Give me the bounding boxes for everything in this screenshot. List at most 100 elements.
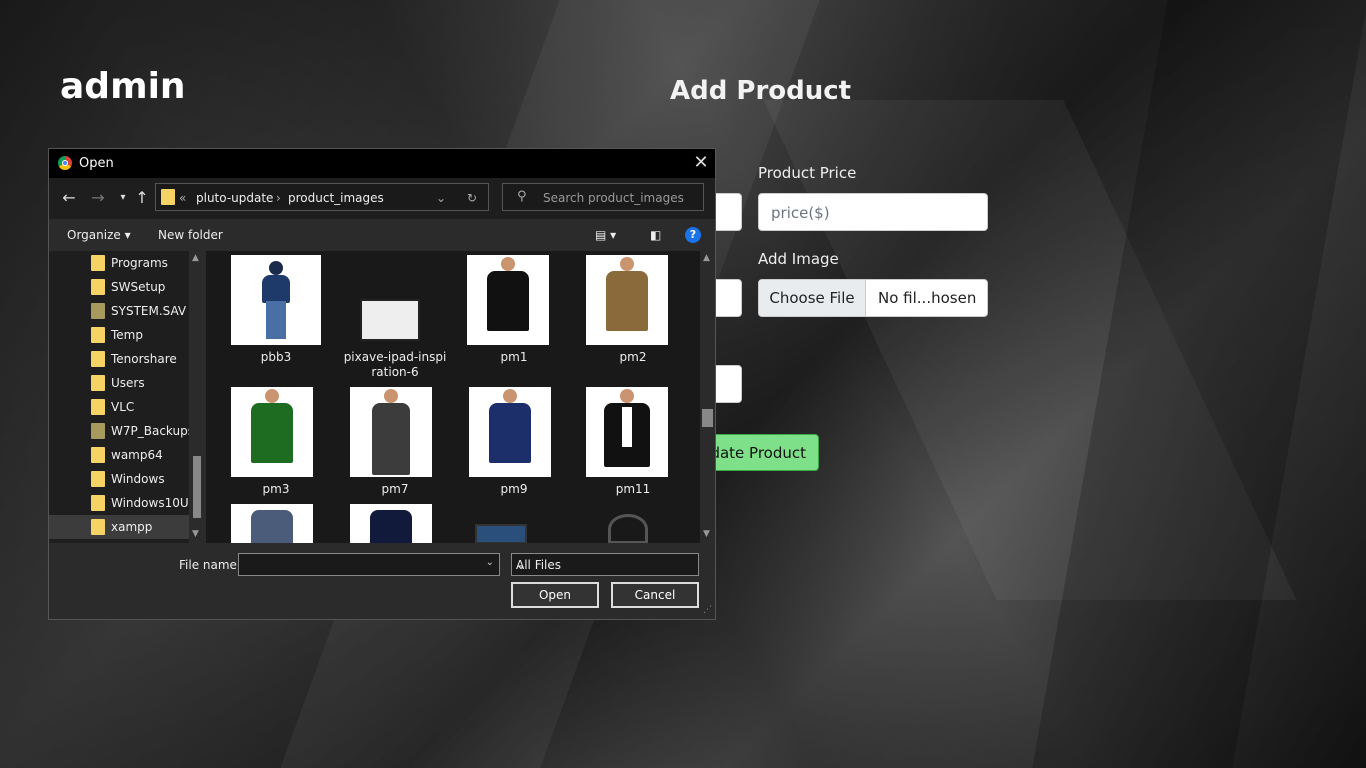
scroll-down-icon[interactable]: ▼ — [703, 529, 710, 539]
file-grid: pbb3 pixave-ipad-inspi ration-6 pm1 pm2 — [206, 251, 700, 543]
jeans-shape — [266, 301, 286, 339]
dialog-footer: File name: ⌄ All Files ⌄ Open Cancel ⋰ — [49, 543, 715, 619]
open-button[interactable]: Open — [511, 582, 599, 608]
file-item[interactable]: pm1 — [459, 255, 569, 377]
breadcrumb-product-images[interactable]: product_images — [288, 191, 384, 205]
chrome-icon — [58, 156, 72, 170]
black-shirt — [487, 271, 529, 331]
new-folder-button[interactable]: New folder — [158, 228, 223, 242]
folder-icon — [91, 471, 105, 487]
file-item[interactable]: pbb3 — [221, 255, 331, 377]
tree-item[interactable]: Temp — [49, 323, 189, 347]
tree-scroll-thumb[interactable] — [193, 456, 201, 518]
chevron-down-icon[interactable]: ⌄ — [516, 558, 693, 572]
tree-item[interactable]: W7P_Backups — [49, 419, 194, 443]
file-name: pm7 — [381, 482, 409, 496]
file-item[interactable] — [221, 504, 331, 543]
folder-icon — [91, 447, 105, 463]
address-bar[interactable]: « pluto-update › product_images ⌄ ↻ — [155, 183, 489, 211]
thumbnail-pm11 — [586, 387, 668, 477]
blue-suit — [251, 510, 293, 543]
admin-heading: admin — [60, 66, 186, 107]
search-placeholder: Search product_images — [543, 191, 684, 205]
preview-pane-icon[interactable]: ◧ — [650, 228, 661, 242]
chevron-down-icon[interactable]: ⌄ — [486, 557, 494, 568]
add-image-label: Add Image — [758, 250, 839, 268]
tree-item[interactable]: SWSetup — [49, 275, 189, 299]
choose-file-button[interactable]: Choose File — [759, 280, 866, 316]
thumbnail-pm2 — [586, 255, 668, 345]
file-name: pm1 — [500, 350, 528, 364]
child-head — [269, 261, 283, 275]
file-grid-scroll-thumb[interactable] — [702, 409, 713, 427]
chevron-down-icon[interactable]: ⌄ — [436, 191, 446, 205]
thumbnail-pm1 — [467, 255, 549, 345]
tree-scrollbar[interactable]: ▲ ▼ — [189, 251, 205, 543]
tree-item[interactable]: Users — [49, 371, 189, 395]
image-file-input[interactable]: Choose File No fil...hosen — [758, 279, 988, 317]
organize-menu[interactable]: Organize ▾ — [67, 228, 131, 242]
tree-item-label: wamp64 — [111, 448, 163, 462]
no-file-chosen-text: No fil...hosen — [878, 289, 977, 307]
tree-item[interactable]: Programs — [49, 251, 189, 275]
thumbnail-partial — [231, 504, 313, 543]
recent-locations-icon[interactable]: ▾ — [113, 192, 133, 203]
dialog-titlebar: Open ✕ — [49, 149, 715, 178]
organize-label: Organize — [67, 228, 121, 242]
scroll-down-icon[interactable]: ▼ — [192, 529, 199, 539]
file-item[interactable]: pm7 — [340, 387, 450, 502]
file-name: pixave-ipad-inspi ration-6 — [343, 350, 447, 379]
view-options-icon[interactable]: ▤ ▾ — [595, 228, 616, 242]
folder-icon — [91, 327, 105, 343]
up-arrow-icon[interactable]: ↑ — [132, 188, 152, 207]
tree-item[interactable]: Windows — [49, 467, 189, 491]
file-type-select[interactable]: All Files ⌄ — [511, 553, 699, 576]
dialog-title: Open — [79, 156, 114, 171]
back-arrow-icon[interactable]: ← — [59, 188, 79, 207]
file-item[interactable] — [340, 504, 450, 543]
green-shirt — [251, 403, 293, 463]
tree-item-label: SYSTEM.SAV — [111, 304, 187, 318]
tree-item[interactable]: VLC — [49, 395, 189, 419]
tree-item[interactable]: Tenorshare — [49, 347, 189, 371]
file-item[interactable]: pm11 — [578, 387, 688, 502]
file-item[interactable] — [459, 504, 569, 543]
close-icon[interactable]: ✕ — [689, 152, 713, 174]
scroll-up-icon[interactable]: ▲ — [192, 253, 199, 263]
tree-item-label: W7P_Backups — [111, 424, 194, 438]
search-box[interactable]: ⚲ Search product_images — [502, 183, 704, 211]
thumbnail-ipad — [360, 299, 420, 341]
cancel-button[interactable]: Cancel — [611, 582, 699, 608]
resize-grip-icon[interactable]: ⋰ — [703, 605, 712, 615]
file-item[interactable]: pm9 — [459, 387, 569, 502]
breadcrumb-pluto-update[interactable]: pluto-update — [196, 191, 273, 205]
tree-item[interactable]: Windows10Upgrade — [49, 491, 205, 515]
tree-item-label: VLC — [111, 400, 135, 414]
add-product-title: Add Product — [670, 76, 852, 106]
thumbnail-pm3 — [231, 387, 313, 477]
price-placeholder: price($) — [771, 204, 830, 222]
file-item[interactable]: pm2 — [578, 255, 688, 377]
scroll-up-icon[interactable]: ▲ — [703, 253, 710, 263]
file-name-input[interactable]: ⌄ — [238, 553, 500, 576]
file-item[interactable]: pixave-ipad-inspi ration-6 — [340, 255, 450, 379]
navigation-bar: ← → ▾ ↑ « pluto-update › product_images … — [49, 178, 715, 219]
file-item[interactable]: pm3 — [221, 387, 331, 502]
refresh-icon[interactable]: ↻ — [467, 191, 477, 205]
tree-item[interactable]: SYSTEM.SAV — [49, 299, 189, 323]
model-head — [620, 389, 634, 403]
price-input[interactable]: price($) — [758, 193, 988, 231]
model-head — [620, 257, 634, 271]
tree-item-selected[interactable]: xampp — [49, 515, 189, 539]
file-grid-scrollbar[interactable]: ▲ ▼ — [700, 251, 715, 543]
file-name: pm2 — [619, 350, 647, 364]
tree-item[interactable]: wamp64 — [49, 443, 189, 467]
thumbnail-laptop — [475, 524, 527, 543]
help-icon[interactable]: ? — [685, 227, 701, 243]
navy-blazer — [370, 510, 412, 543]
thumbnail-headphones — [608, 514, 648, 543]
file-item[interactable] — [578, 504, 688, 543]
forward-arrow-icon[interactable]: → — [88, 188, 108, 207]
folder-icon — [91, 495, 105, 511]
file-name-label: File name: — [179, 558, 241, 572]
